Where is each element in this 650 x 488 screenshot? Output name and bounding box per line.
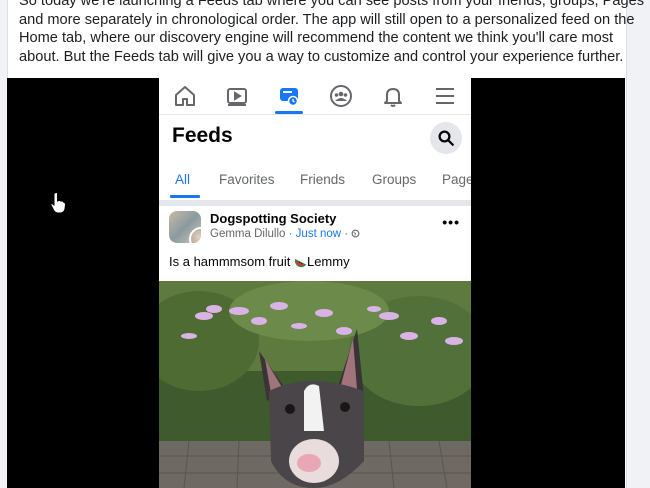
tab-groups[interactable]: Groups — [372, 172, 416, 187]
active-tab-indicator — [170, 195, 200, 198]
meta-separator: · — [344, 228, 349, 240]
post-timestamp[interactable]: Just now — [296, 228, 341, 240]
phone-screen: Feeds All Favorites Friends Groups Page … — [159, 78, 471, 488]
top-nav-bar — [159, 78, 471, 115]
article-line: So today we're launching a Feeds tab whe… — [19, 0, 644, 9]
post-photo[interactable] — [159, 281, 471, 488]
article-text: So today we're launching a Feeds tab whe… — [19, 0, 644, 66]
feeds-icon — [280, 88, 299, 107]
meta-separator: · — [288, 228, 293, 240]
post-meta: Gemma Dilullo · Just now · — [210, 228, 360, 240]
nav-notifications[interactable] — [373, 78, 413, 114]
home-icon — [175, 86, 195, 106]
article-line: and more separately in chronological ord… — [19, 11, 635, 28]
video-icon — [227, 88, 247, 106]
caption-text: Lemmy — [306, 254, 350, 269]
hand-cursor-icon — [50, 192, 66, 214]
nav-video[interactable] — [217, 78, 257, 114]
search-icon — [438, 130, 454, 146]
feeds-header: Feeds — [172, 122, 462, 156]
feed-tabs: All Favorites Friends Groups Page — [159, 166, 471, 198]
nav-groups[interactable] — [321, 78, 361, 114]
group-avatar[interactable] — [169, 211, 201, 243]
bell-icon — [384, 88, 402, 107]
post-header: Dogspotting Society Gemma Dilullo · Just… — [159, 206, 471, 248]
nav-feeds[interactable] — [269, 78, 309, 114]
nav-menu[interactable] — [425, 78, 465, 114]
post-more-button[interactable]: ••• — [442, 214, 460, 230]
tab-friends[interactable]: Friends — [300, 172, 345, 187]
tab-favorites[interactable]: Favorites — [219, 172, 275, 187]
author-name-link[interactable]: Gemma Dilullo — [210, 228, 285, 240]
globe-icon — [351, 229, 360, 238]
tab-all[interactable]: All — [175, 172, 190, 187]
menu-icon — [436, 88, 454, 104]
tab-pages[interactable]: Page — [442, 172, 471, 187]
caption-text: Is a hammmsom fruit — [169, 254, 294, 269]
groups-icon — [330, 85, 352, 107]
article-line: about. But the Feeds tab will give you a… — [19, 48, 624, 65]
search-button[interactable] — [430, 122, 462, 154]
post-caption: Is a hammmsom fruit Lemmy — [169, 254, 350, 269]
watermelon-icon — [294, 258, 307, 268]
nav-home[interactable] — [165, 78, 205, 114]
group-name-link[interactable]: Dogspotting Society — [210, 211, 336, 226]
article-line: Home tab, where our discovery engine wil… — [19, 30, 614, 47]
page-title: Feeds — [172, 124, 233, 147]
author-avatar — [189, 227, 201, 243]
